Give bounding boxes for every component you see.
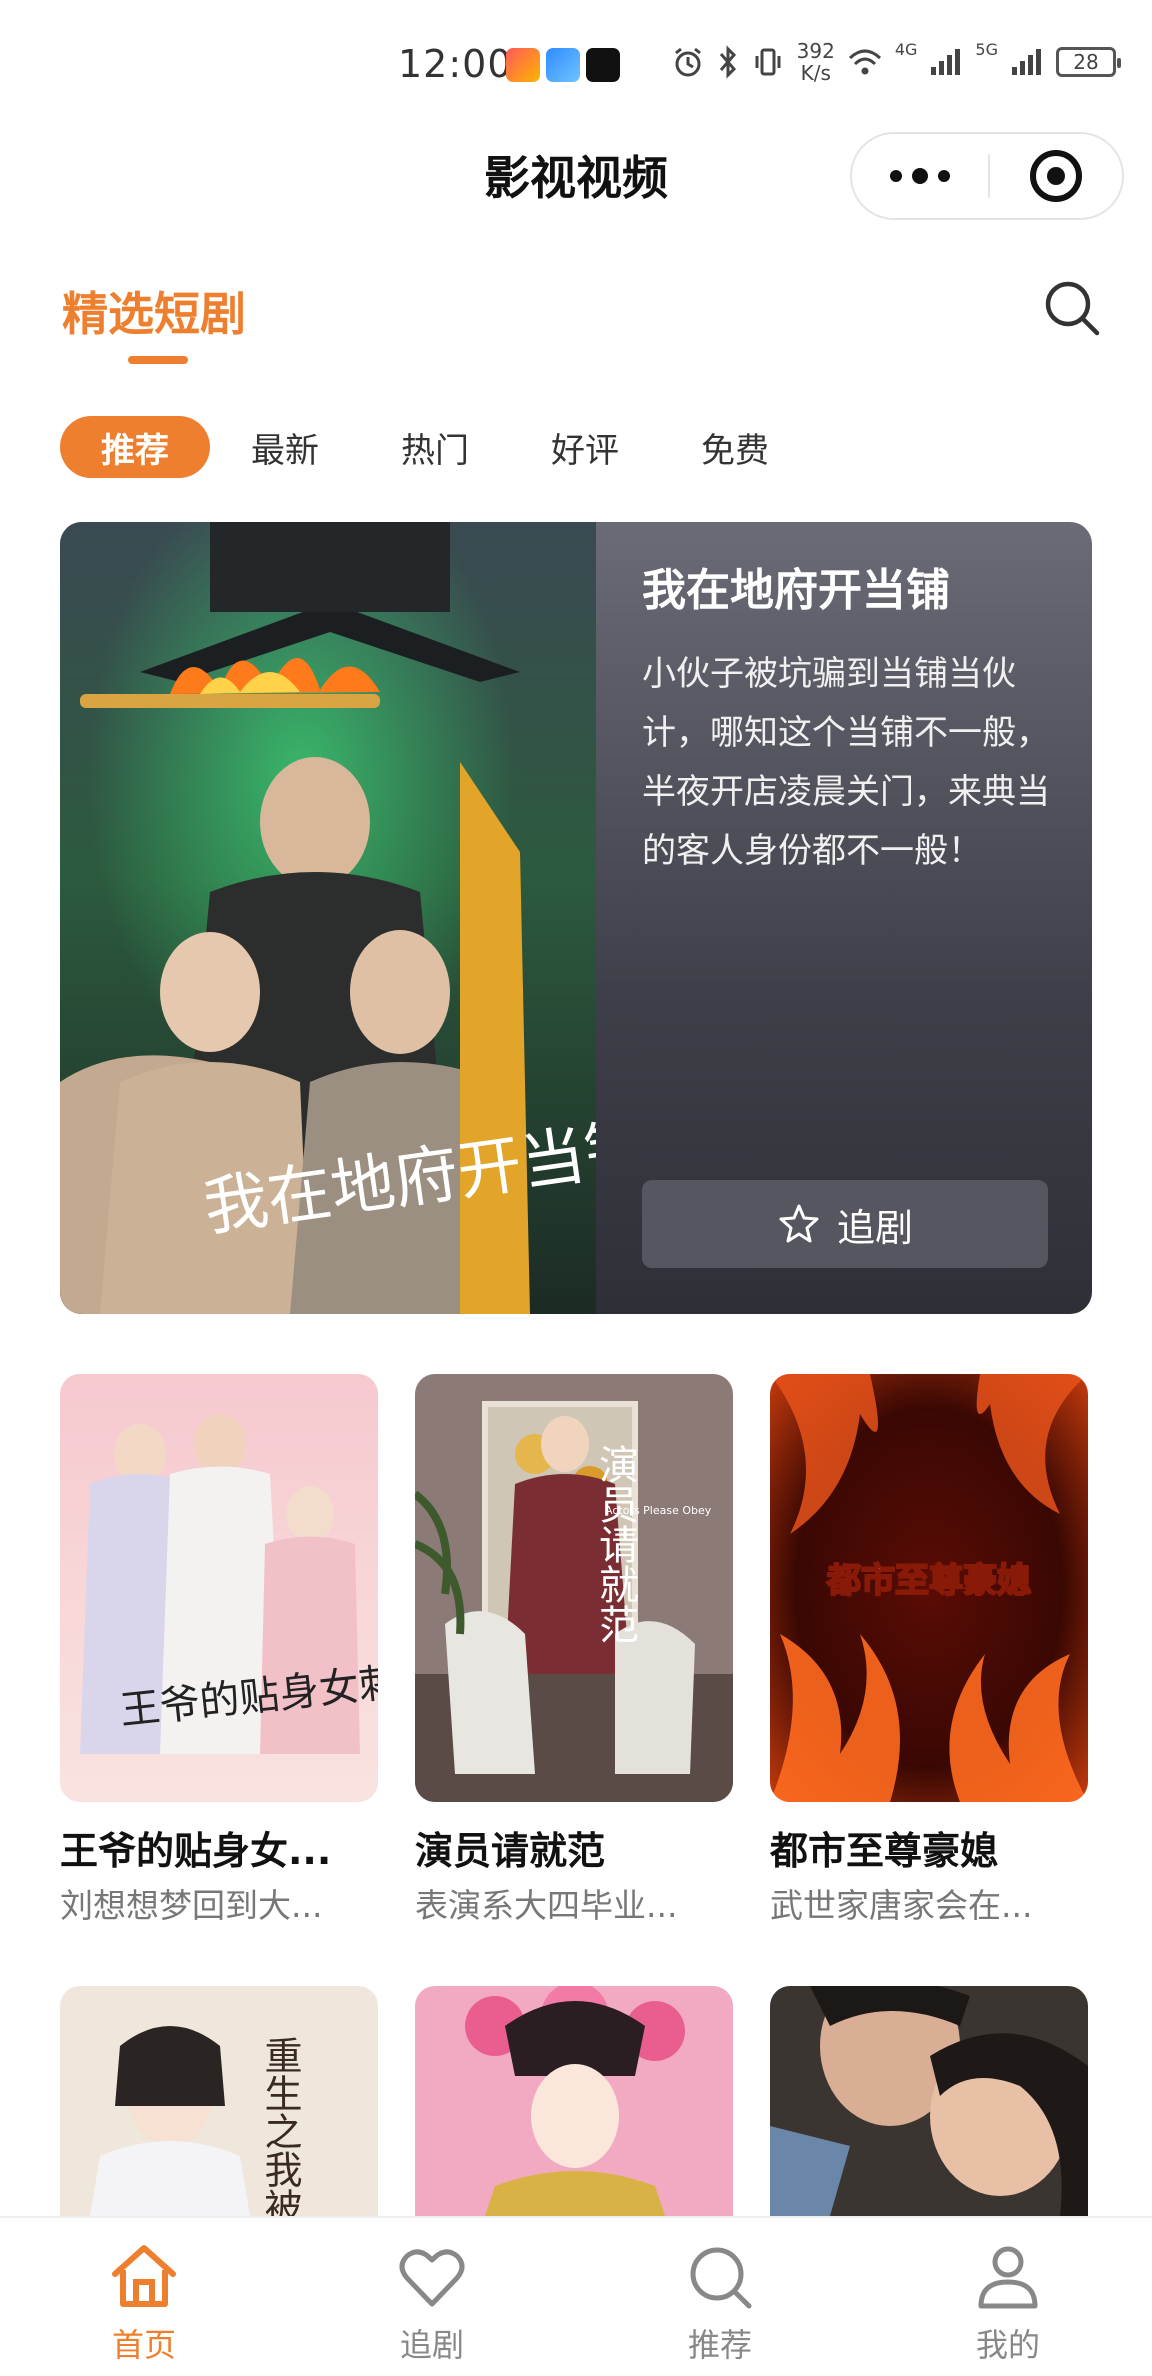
drama-card[interactable]: 都市至尊豪媳 都市至尊豪媳 武世家唐家会在...	[770, 1374, 1088, 1927]
drama-poster[interactable]: 都市至尊豪媳	[770, 1374, 1088, 1802]
status-bar: 12:00 392 K/s 4G 5G 28	[0, 0, 1152, 130]
more-dot-icon	[890, 170, 902, 182]
drama-description: 刘想想梦回到大...	[60, 1886, 323, 1925]
drama-description: 表演系大四毕业...	[415, 1886, 678, 1925]
status-time: 12:00	[398, 42, 513, 86]
miniprogram-capsule	[850, 132, 1124, 220]
featured-card[interactable]: 我在地府开当铺 我在地府开当铺 小伙子被坑骗到当铺当伙计，哪知这个当铺不一般，半…	[60, 522, 1092, 1314]
tab-follow-label: 追剧	[399, 2326, 464, 2364]
poster-title: 演员请就范	[592, 1444, 638, 1644]
tab-mine[interactable]: 我的	[864, 2218, 1152, 2376]
star-icon	[779, 1204, 819, 1243]
poster-title: 都市至尊豪媳	[826, 1561, 1031, 1601]
net-type-2: 5G	[975, 40, 998, 59]
title-bar: 影视视频	[0, 130, 1152, 230]
status-indicators: 392 K/s 4G 5G 28	[671, 40, 1121, 84]
heart-icon	[399, 2249, 465, 2307]
tab-home[interactable]: 首页	[0, 2218, 288, 2376]
more-dot-icon	[912, 168, 928, 184]
poster-subtitle: Actors Please Obey	[605, 1504, 712, 1517]
drama-title: 都市至尊豪媳	[770, 1829, 999, 1873]
more-dot-icon	[938, 170, 950, 182]
chip-latest[interactable]: 最新	[210, 416, 360, 478]
tab-follow[interactable]: 追剧	[288, 2218, 576, 2376]
weather-notification-icon	[546, 48, 580, 82]
tab-home-label: 首页	[111, 2326, 176, 2364]
drama-poster[interactable]: 王爷的贴身女刺客	[60, 1374, 378, 1802]
featured-poster[interactable]: 我在地府开当铺	[60, 522, 596, 1314]
tiktok-notification-icon	[586, 48, 620, 82]
follow-label: 追剧	[836, 1205, 913, 1250]
search-icon	[690, 2247, 752, 2309]
drama-poster[interactable]	[770, 1986, 1088, 2216]
net-type-1: 4G	[894, 40, 918, 59]
featured-description: 小伙子被坑骗到当铺当伙计，哪知这个当铺不一般，半夜开店凌晨关门，来典当的客人身份…	[642, 654, 1050, 872]
drama-poster[interactable]: 演员请就范 Actors Please Obey	[415, 1374, 733, 1802]
drama-card[interactable]: 演员请就范 Actors Please Obey 演员请就范 表演系大四毕业..…	[415, 1374, 733, 1927]
signal-icon	[931, 49, 961, 75]
network-speed: 392 K/s	[797, 40, 835, 84]
tab-recommend[interactable]: 推荐	[576, 2218, 864, 2376]
wifi-icon	[848, 49, 881, 75]
battery-icon: 28	[1056, 47, 1121, 77]
drama-title: 演员请就范	[415, 1829, 606, 1873]
drama-card[interactable]: 王爷的贴身女刺客 王爷的贴身女... 刘想想梦回到大...	[60, 1374, 378, 1927]
target-icon	[1030, 150, 1082, 202]
chip-top-rated[interactable]: 好评	[510, 416, 660, 478]
bluetooth-icon	[719, 45, 736, 79]
poster-title: 重生之我被选妃	[258, 2036, 302, 2216]
section-title[interactable]: 精选短剧	[62, 278, 246, 344]
follow-drama-button[interactable]: 追剧	[642, 1180, 1048, 1268]
drama-poster[interactable]	[415, 1986, 733, 2216]
drama-description: 武世家唐家会在...	[770, 1886, 1033, 1925]
network-speed-value: 392	[796, 39, 835, 63]
search-icon[interactable]	[1040, 276, 1104, 340]
alarm-icon	[674, 47, 701, 77]
more-button[interactable]	[852, 134, 988, 218]
network-speed-unit: K/s	[800, 61, 831, 85]
drama-poster[interactable]: 重生之我被选妃	[60, 1986, 378, 2216]
tab-mine-label: 我的	[975, 2326, 1040, 2364]
app-notification-icon	[506, 48, 540, 82]
signal-icon-2	[1012, 49, 1041, 75]
battery-level: 28	[1073, 50, 1099, 74]
chip-hot[interactable]: 热门	[360, 416, 510, 478]
bottom-tab-bar: 首页 追剧 推荐 我的	[0, 2216, 1152, 2376]
chip-recommend[interactable]: 推荐	[60, 416, 210, 478]
tab-recommend-label: 推荐	[687, 2326, 752, 2364]
drama-title: 王爷的贴身女...	[60, 1829, 332, 1873]
featured-title: 我在地府开当铺	[642, 565, 950, 616]
section-underline	[128, 356, 188, 364]
featured-info: 我在地府开当铺 小伙子被坑骗到当铺当伙计，哪知这个当铺不一般，半夜开店凌晨关门，…	[642, 562, 1062, 881]
close-miniprogram-button[interactable]	[990, 150, 1122, 202]
home-icon	[112, 2245, 176, 2307]
vibrate-icon	[755, 48, 781, 76]
category-chips: 推荐 最新 热门 好评 免费	[60, 416, 810, 478]
user-icon	[978, 2246, 1038, 2309]
chip-free[interactable]: 免费	[660, 416, 810, 478]
